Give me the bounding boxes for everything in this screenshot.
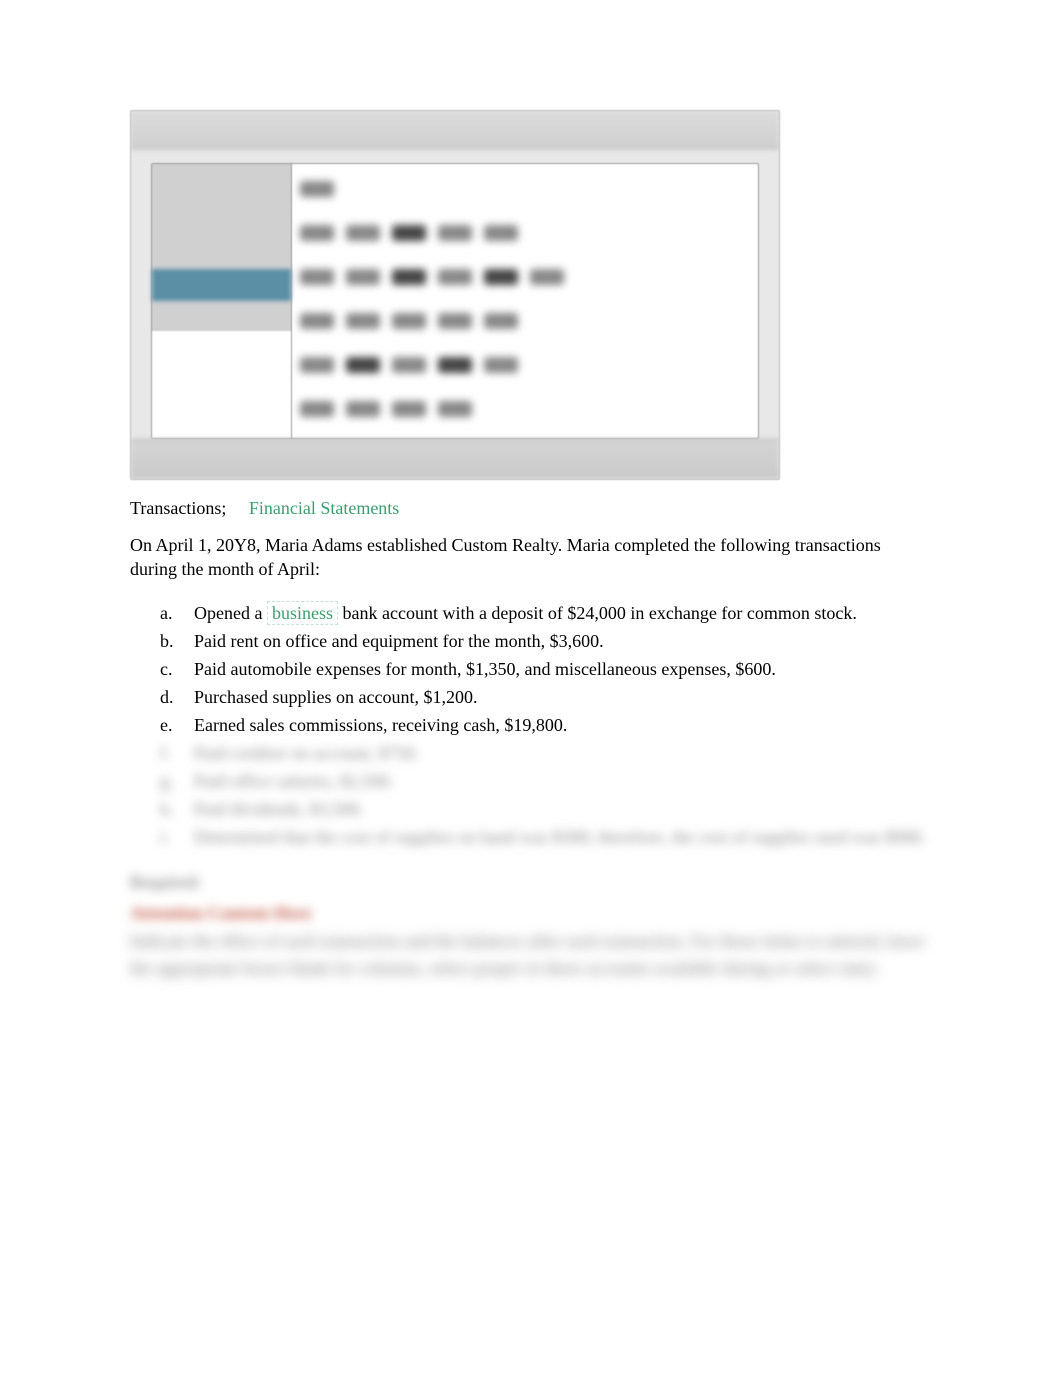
- list-item-letter: g.: [160, 768, 194, 794]
- list-item: i.Determined that the cost of supplies o…: [160, 824, 932, 850]
- list-item: h.Paid dividends, $3,500.: [160, 796, 932, 822]
- business-link[interactable]: business: [267, 601, 338, 625]
- transaction-list: a.Opened a business bank account with a …: [130, 600, 932, 851]
- list-item: d.Purchased supplies on account, $1,200.: [160, 684, 932, 710]
- list-item-text: Purchased supplies on account, $1,200.: [194, 684, 932, 710]
- intro-line: Transactions; Financial Statements: [130, 498, 932, 519]
- list-item-text: Paid automobile expenses for month, $1,3…: [194, 656, 932, 682]
- list-item: b.Paid rent on office and equipment for …: [160, 628, 932, 654]
- list-item-text: Paid rent on office and equipment for th…: [194, 628, 932, 654]
- list-item: a.Opened a business bank account with a …: [160, 600, 932, 626]
- list-item-text: Paid creditor on account, $750.: [194, 740, 932, 766]
- blurred-screenshot-image: [130, 110, 780, 480]
- list-item: e.Earned sales commissions, receiving ca…: [160, 712, 932, 738]
- hidden-body: Indicate the effect of each transaction …: [130, 928, 932, 982]
- list-item-text: Determined that the cost of supplies on …: [194, 824, 932, 850]
- list-item-letter: a.: [160, 600, 194, 626]
- list-item-letter: f.: [160, 740, 194, 766]
- list-item-text: Earned sales commissions, receiving cash…: [194, 712, 932, 738]
- list-item: f.Paid creditor on account, $750.: [160, 740, 932, 766]
- list-item-letter: h.: [160, 796, 194, 822]
- intro-paragraph: On April 1, 20Y8, Maria Adams establishe…: [130, 533, 932, 582]
- list-item-letter: b.: [160, 628, 194, 654]
- list-item-letter: i.: [160, 824, 194, 850]
- list-item-text: Paid dividends, $3,500.: [194, 796, 932, 822]
- list-item-letter: c.: [160, 656, 194, 682]
- transactions-label: Transactions;: [130, 498, 226, 518]
- list-item: g.Paid office salaries, $2,500.: [160, 768, 932, 794]
- required-label: Required:: [130, 872, 932, 893]
- list-item: c.Paid automobile expenses for month, $1…: [160, 656, 932, 682]
- list-item-text: Opened a business bank account with a de…: [194, 600, 932, 626]
- financial-statements-link[interactable]: Financial Statements: [249, 498, 399, 518]
- list-item-text: Paid office salaries, $2,500.: [194, 768, 932, 794]
- hidden-heading: Attention Content Here: [130, 903, 932, 924]
- document-page: Transactions; Financial Statements On Ap…: [0, 0, 1062, 1042]
- list-item-letter: d.: [160, 684, 194, 710]
- list-item-letter: e.: [160, 712, 194, 738]
